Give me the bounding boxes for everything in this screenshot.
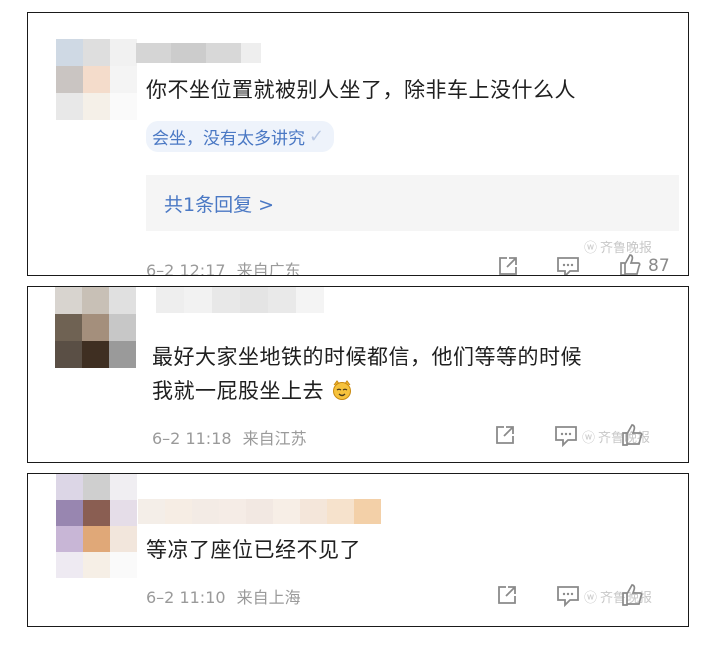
comment-location: 来自江苏 (242, 429, 307, 448)
comment-icon[interactable] (554, 425, 578, 447)
share-icon[interactable] (494, 424, 516, 446)
comment-meta: 6–2 11:10 来自上海 (146, 584, 301, 608)
comment-text: 最好大家坐地铁的时候都信，他们等等的时候 我就一屁股坐上去 (152, 340, 582, 408)
comment-icon[interactable] (556, 256, 580, 276)
wechat-icon: ⓦ (584, 591, 598, 606)
comment-meta: 6–2 11:18 来自江苏 (152, 425, 307, 449)
comment-location: 来自广东 (236, 261, 301, 276)
like-icon[interactable] (620, 583, 644, 607)
username-mosaic (136, 43, 261, 63)
check-icon: ✓ (309, 126, 325, 147)
comment-card-3: 等凉了座位已经不见了 6–2 11:10 来自上海 ⓦ 齐鲁晚报 (27, 473, 689, 627)
comment-card-2: 最好大家坐地铁的时候都信，他们等等的时候 我就一屁股坐上去 6–2 11:18 … (27, 286, 689, 463)
avatar-mosaic (56, 474, 137, 578)
comment-icon[interactable] (556, 585, 580, 607)
auto-reply-tag: 会坐，没有太多讲究 ✓ (146, 121, 335, 152)
comment-text: 你不坐位置就被别人坐了，除非车上没什么人 (146, 78, 576, 102)
comment-text-line-2-text: 我就一屁股坐上去 (152, 379, 324, 403)
username-mosaic (138, 499, 381, 524)
comment-meta: 6–2 12:17 来自广东 (146, 257, 301, 276)
wechat-icon: ⓦ (582, 431, 596, 446)
view-replies-button[interactable]: 共1条回复 > (146, 175, 679, 231)
comment-time: 6–2 11:18 (152, 429, 232, 448)
comment-text-line-2: 我就一屁股坐上去 (152, 374, 582, 408)
comment-text: 等凉了座位已经不见了 (146, 538, 361, 562)
avatar-mosaic (55, 287, 136, 368)
avatar-mosaic (56, 39, 137, 120)
smirk-cat-emoji (333, 380, 352, 400)
comment-text-line-1: 最好大家坐地铁的时候都信，他们等等的时候 (152, 345, 582, 369)
share-icon[interactable] (497, 255, 519, 276)
comment-card-1: 你不坐位置就被别人坐了，除非车上没什么人 会坐，没有太多讲究 ✓ 共1条回复 >… (27, 12, 689, 276)
comment-time: 6–2 12:17 (146, 261, 226, 276)
username-mosaic (156, 287, 324, 313)
like-count: 87 (648, 256, 670, 276)
comment-time: 6–2 11:10 (146, 588, 226, 607)
wechat-icon: ⓦ (584, 241, 598, 256)
like-icon[interactable] (620, 423, 644, 447)
view-replies-label: 共1条回复 > (164, 193, 275, 216)
comment-location: 来自上海 (236, 588, 301, 607)
like-icon[interactable] (618, 253, 642, 276)
auto-reply-text: 会坐，没有太多讲究 (152, 129, 305, 149)
share-icon[interactable] (496, 584, 518, 606)
